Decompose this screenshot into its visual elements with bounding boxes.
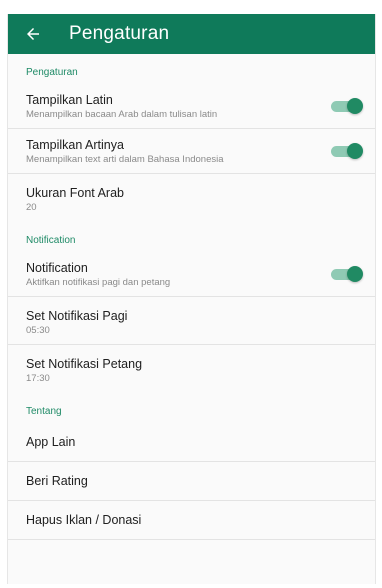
toggle-thumb [347, 98, 363, 114]
setting-subtitle: Aktifkan notifikasi pagi dan petang [26, 277, 171, 288]
setting-title: Tampilkan Artinya [26, 138, 124, 152]
setting-notification[interactable]: Notification Aktifkan notifikasi pagi da… [8, 252, 375, 297]
setting-value: 17:30 [26, 373, 50, 384]
setting-beri-rating[interactable]: Beri Rating [8, 462, 375, 501]
setting-title: Ukuran Font Arab [26, 186, 124, 200]
settings-screen: Pengaturan Pengaturan Tampilkan Latin Me… [7, 14, 376, 584]
toggle-thumb [347, 143, 363, 159]
section-header-tentang: Tentang [26, 406, 62, 417]
toggle-tampilkan-artinya[interactable] [331, 143, 363, 159]
setting-title: Hapus Iklan / Donasi [26, 513, 142, 527]
arrow-left-icon [27, 28, 39, 40]
setting-subtitle: Menampilkan bacaan Arab dalam tulisan la… [26, 109, 218, 120]
setting-ukuran-font-arab[interactable]: Ukuran Font Arab 20 [8, 174, 375, 222]
setting-notifikasi-pagi[interactable]: Set Notifikasi Pagi 05:30 [8, 297, 375, 345]
setting-title: App Lain [26, 435, 76, 449]
setting-hapus-iklan[interactable]: Hapus Iklan / Donasi [8, 501, 375, 540]
setting-title: Set Notifikasi Pagi [26, 309, 128, 323]
page-title: Pengaturan [69, 23, 170, 44]
setting-notifikasi-petang[interactable]: Set Notifikasi Petang 17:30 [8, 345, 375, 393]
toggle-notification[interactable] [331, 266, 363, 282]
setting-title: Tampilkan Latin [26, 93, 113, 107]
back-button[interactable] [18, 14, 48, 54]
setting-title: Beri Rating [26, 474, 88, 488]
section-header-pengaturan: Pengaturan [26, 67, 78, 78]
setting-subtitle: Menampilkan text arti dalam Bahasa Indon… [26, 154, 224, 165]
setting-value: 20 [26, 202, 37, 213]
setting-title: Set Notifikasi Petang [26, 357, 143, 371]
setting-title: Notification [26, 261, 88, 275]
setting-app-lain[interactable]: App Lain [8, 423, 375, 462]
setting-value: 05:30 [26, 325, 50, 336]
app-bar: Pengaturan [8, 14, 375, 54]
setting-tampilkan-artinya[interactable]: Tampilkan Artinya Menampilkan text arti … [8, 129, 375, 174]
section-header-notification: Notification [26, 235, 76, 246]
setting-tampilkan-latin[interactable]: Tampilkan Latin Menampilkan bacaan Arab … [8, 84, 375, 129]
toggle-thumb [347, 266, 363, 282]
toggle-tampilkan-latin[interactable] [331, 98, 363, 114]
